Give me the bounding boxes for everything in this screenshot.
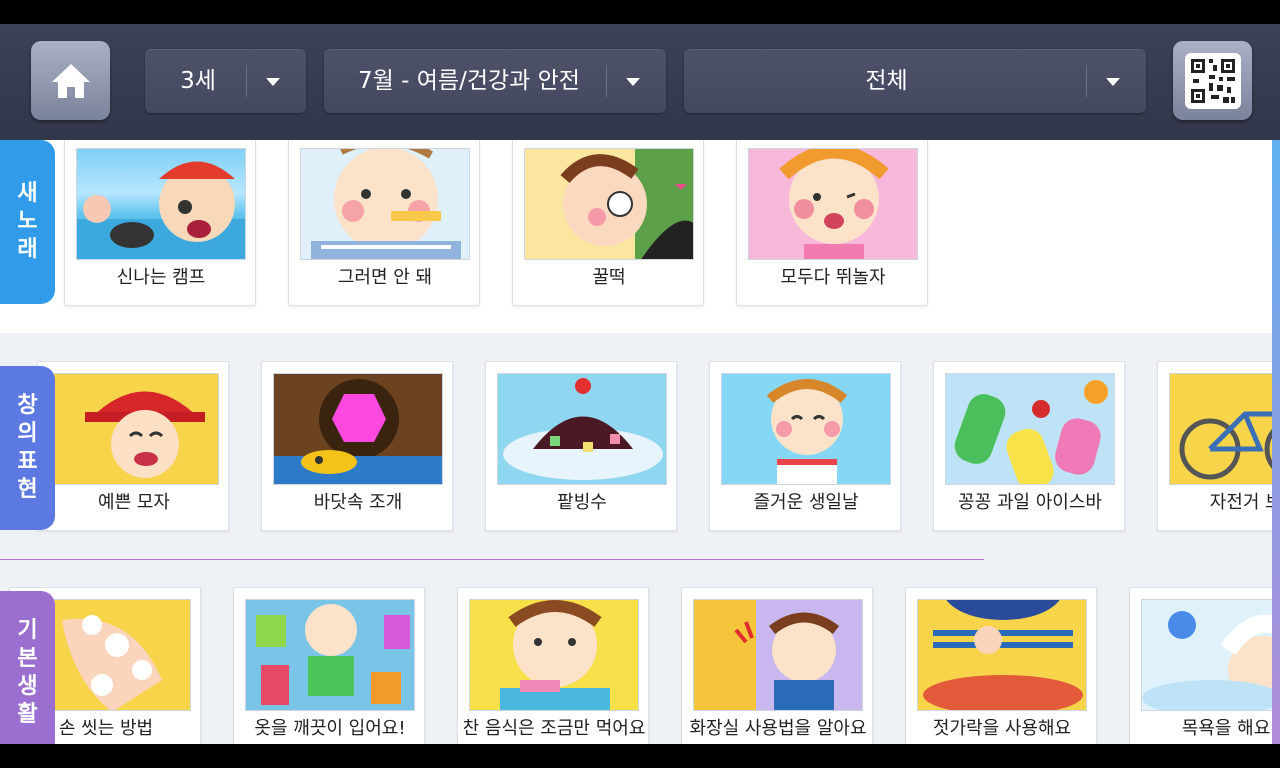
tab-new-songs[interactable]: 새노래 bbox=[0, 140, 55, 304]
section-basic-living: 기본생활 손 씻는 방법 옷을 깨끗이 입어요! 찬 음식은 조금만 먹어요 화… bbox=[0, 566, 1280, 744]
content-area: 새노래 신나는 캠프 그러면 안 돼 꿀떡 모두다 뛰놀자 창의표현 예쁜 모자… bbox=[0, 140, 1280, 744]
content-card[interactable]: 팥빙수 bbox=[485, 361, 677, 531]
card-thumbnail bbox=[76, 148, 246, 260]
card-thumbnail bbox=[1141, 599, 1280, 711]
card-title: 옷을 깨끗이 입어요! bbox=[254, 718, 406, 739]
card-title: 즐거운 생일날 bbox=[753, 492, 859, 513]
card-title: 목욕을 해요 bbox=[1181, 718, 1271, 739]
filter-dropdown[interactable]: 전체 bbox=[684, 49, 1146, 113]
card-thumbnail bbox=[917, 599, 1087, 711]
card-title: 모두다 뛰놀자 bbox=[780, 267, 886, 288]
card-thumbnail bbox=[300, 148, 470, 260]
card-thumbnail bbox=[49, 373, 219, 485]
bottom-system-bar bbox=[0, 744, 1280, 768]
tab-basic-living[interactable]: 기본생활 bbox=[0, 591, 55, 744]
card-thumbnail bbox=[693, 599, 863, 711]
content-card[interactable]: 바닷속 조개 bbox=[261, 361, 453, 531]
content-card[interactable]: 신나는 캠프 bbox=[64, 140, 256, 306]
content-card[interactable]: 자전거 보호 bbox=[1157, 361, 1280, 531]
content-card[interactable]: 화장실 사용법을 알아요 bbox=[681, 587, 873, 744]
card-title: 바닷속 조개 bbox=[313, 492, 403, 513]
card-title: 찬 음식은 조금만 먹어요 bbox=[462, 718, 646, 739]
content-card[interactable]: 예쁜 모자 bbox=[37, 361, 229, 531]
home-button[interactable] bbox=[31, 41, 110, 120]
content-card[interactable]: 꽁꽁 과일 아이스바 bbox=[933, 361, 1125, 531]
chevron-down-icon bbox=[266, 78, 280, 86]
theme-dropdown[interactable]: 7월 - 여름/건강과 안전 bbox=[324, 49, 666, 113]
status-bar bbox=[0, 0, 1280, 24]
card-title: 화장실 사용법을 알아요 bbox=[689, 718, 867, 739]
vertical-scrollbar[interactable] bbox=[1272, 140, 1280, 744]
tab-creative-expression[interactable]: 창의표현 bbox=[0, 366, 55, 530]
card-title: 팥빙수 bbox=[557, 492, 607, 513]
dropdown-separator bbox=[606, 65, 607, 97]
dropdown-separator bbox=[246, 65, 247, 97]
tab-label: 새노래 bbox=[17, 181, 38, 262]
age-dropdown-value: 3세 bbox=[180, 68, 216, 94]
chevron-down-icon bbox=[626, 78, 640, 86]
content-card[interactable]: 목욕을 해요 bbox=[1129, 587, 1280, 744]
dropdown-separator bbox=[1086, 65, 1087, 97]
content-card[interactable]: 꿀떡 bbox=[512, 140, 704, 306]
top-toolbar: 3세 7월 - 여름/건강과 안전 전체 bbox=[0, 24, 1280, 140]
qr-code-icon bbox=[1184, 52, 1241, 109]
card-title: 그러면 안 돼 bbox=[337, 267, 433, 288]
content-card[interactable]: 즐거운 생일날 bbox=[709, 361, 901, 531]
card-title: 꽁꽁 과일 아이스바 bbox=[958, 492, 1102, 513]
card-thumbnail bbox=[945, 373, 1115, 485]
card-thumbnail bbox=[497, 373, 667, 485]
section-new-songs: 새노래 신나는 캠프 그러면 안 돼 꿀떡 모두다 뛰놀자 bbox=[0, 140, 1280, 333]
card-title: 젓가락을 사용해요 bbox=[932, 718, 1072, 739]
tab-label: 창의표현 bbox=[17, 393, 38, 502]
content-card[interactable]: 젓가락을 사용해요 bbox=[905, 587, 1097, 744]
content-card[interactable]: 모두다 뛰놀자 bbox=[736, 140, 928, 306]
qr-button[interactable] bbox=[1173, 41, 1252, 120]
content-card[interactable]: 그러면 안 돼 bbox=[288, 140, 480, 306]
theme-dropdown-value: 7월 - 여름/건강과 안전 bbox=[358, 68, 580, 94]
home-icon bbox=[51, 63, 90, 98]
content-card[interactable]: 옷을 깨끗이 입어요! bbox=[233, 587, 425, 744]
card-title: 자전거 보호 bbox=[1209, 492, 1280, 513]
card-thumbnail bbox=[524, 148, 694, 260]
chevron-down-icon bbox=[1106, 78, 1120, 86]
card-thumbnail bbox=[748, 148, 918, 260]
age-dropdown[interactable]: 3세 bbox=[145, 49, 306, 113]
scroll-progress bbox=[0, 559, 984, 560]
card-thumbnail bbox=[273, 373, 443, 485]
content-card[interactable]: 찬 음식은 조금만 먹어요 bbox=[457, 587, 649, 744]
card-thumbnail bbox=[1169, 373, 1280, 485]
card-thumbnail bbox=[245, 599, 415, 711]
filter-dropdown-value: 전체 bbox=[865, 68, 908, 94]
card-thumbnail bbox=[469, 599, 639, 711]
tab-label: 기본생활 bbox=[17, 618, 38, 727]
card-title: 신나는 캠프 bbox=[116, 267, 206, 288]
section-creative-expression: 창의표현 예쁜 모자 바닷속 조개 팥빙수 즐거운 생일날 꽁꽁 과일 아이스바… bbox=[0, 338, 1280, 560]
card-title: 꿀떡 bbox=[592, 267, 626, 288]
card-title: 예쁜 모자 bbox=[98, 492, 170, 513]
card-thumbnail bbox=[721, 373, 891, 485]
